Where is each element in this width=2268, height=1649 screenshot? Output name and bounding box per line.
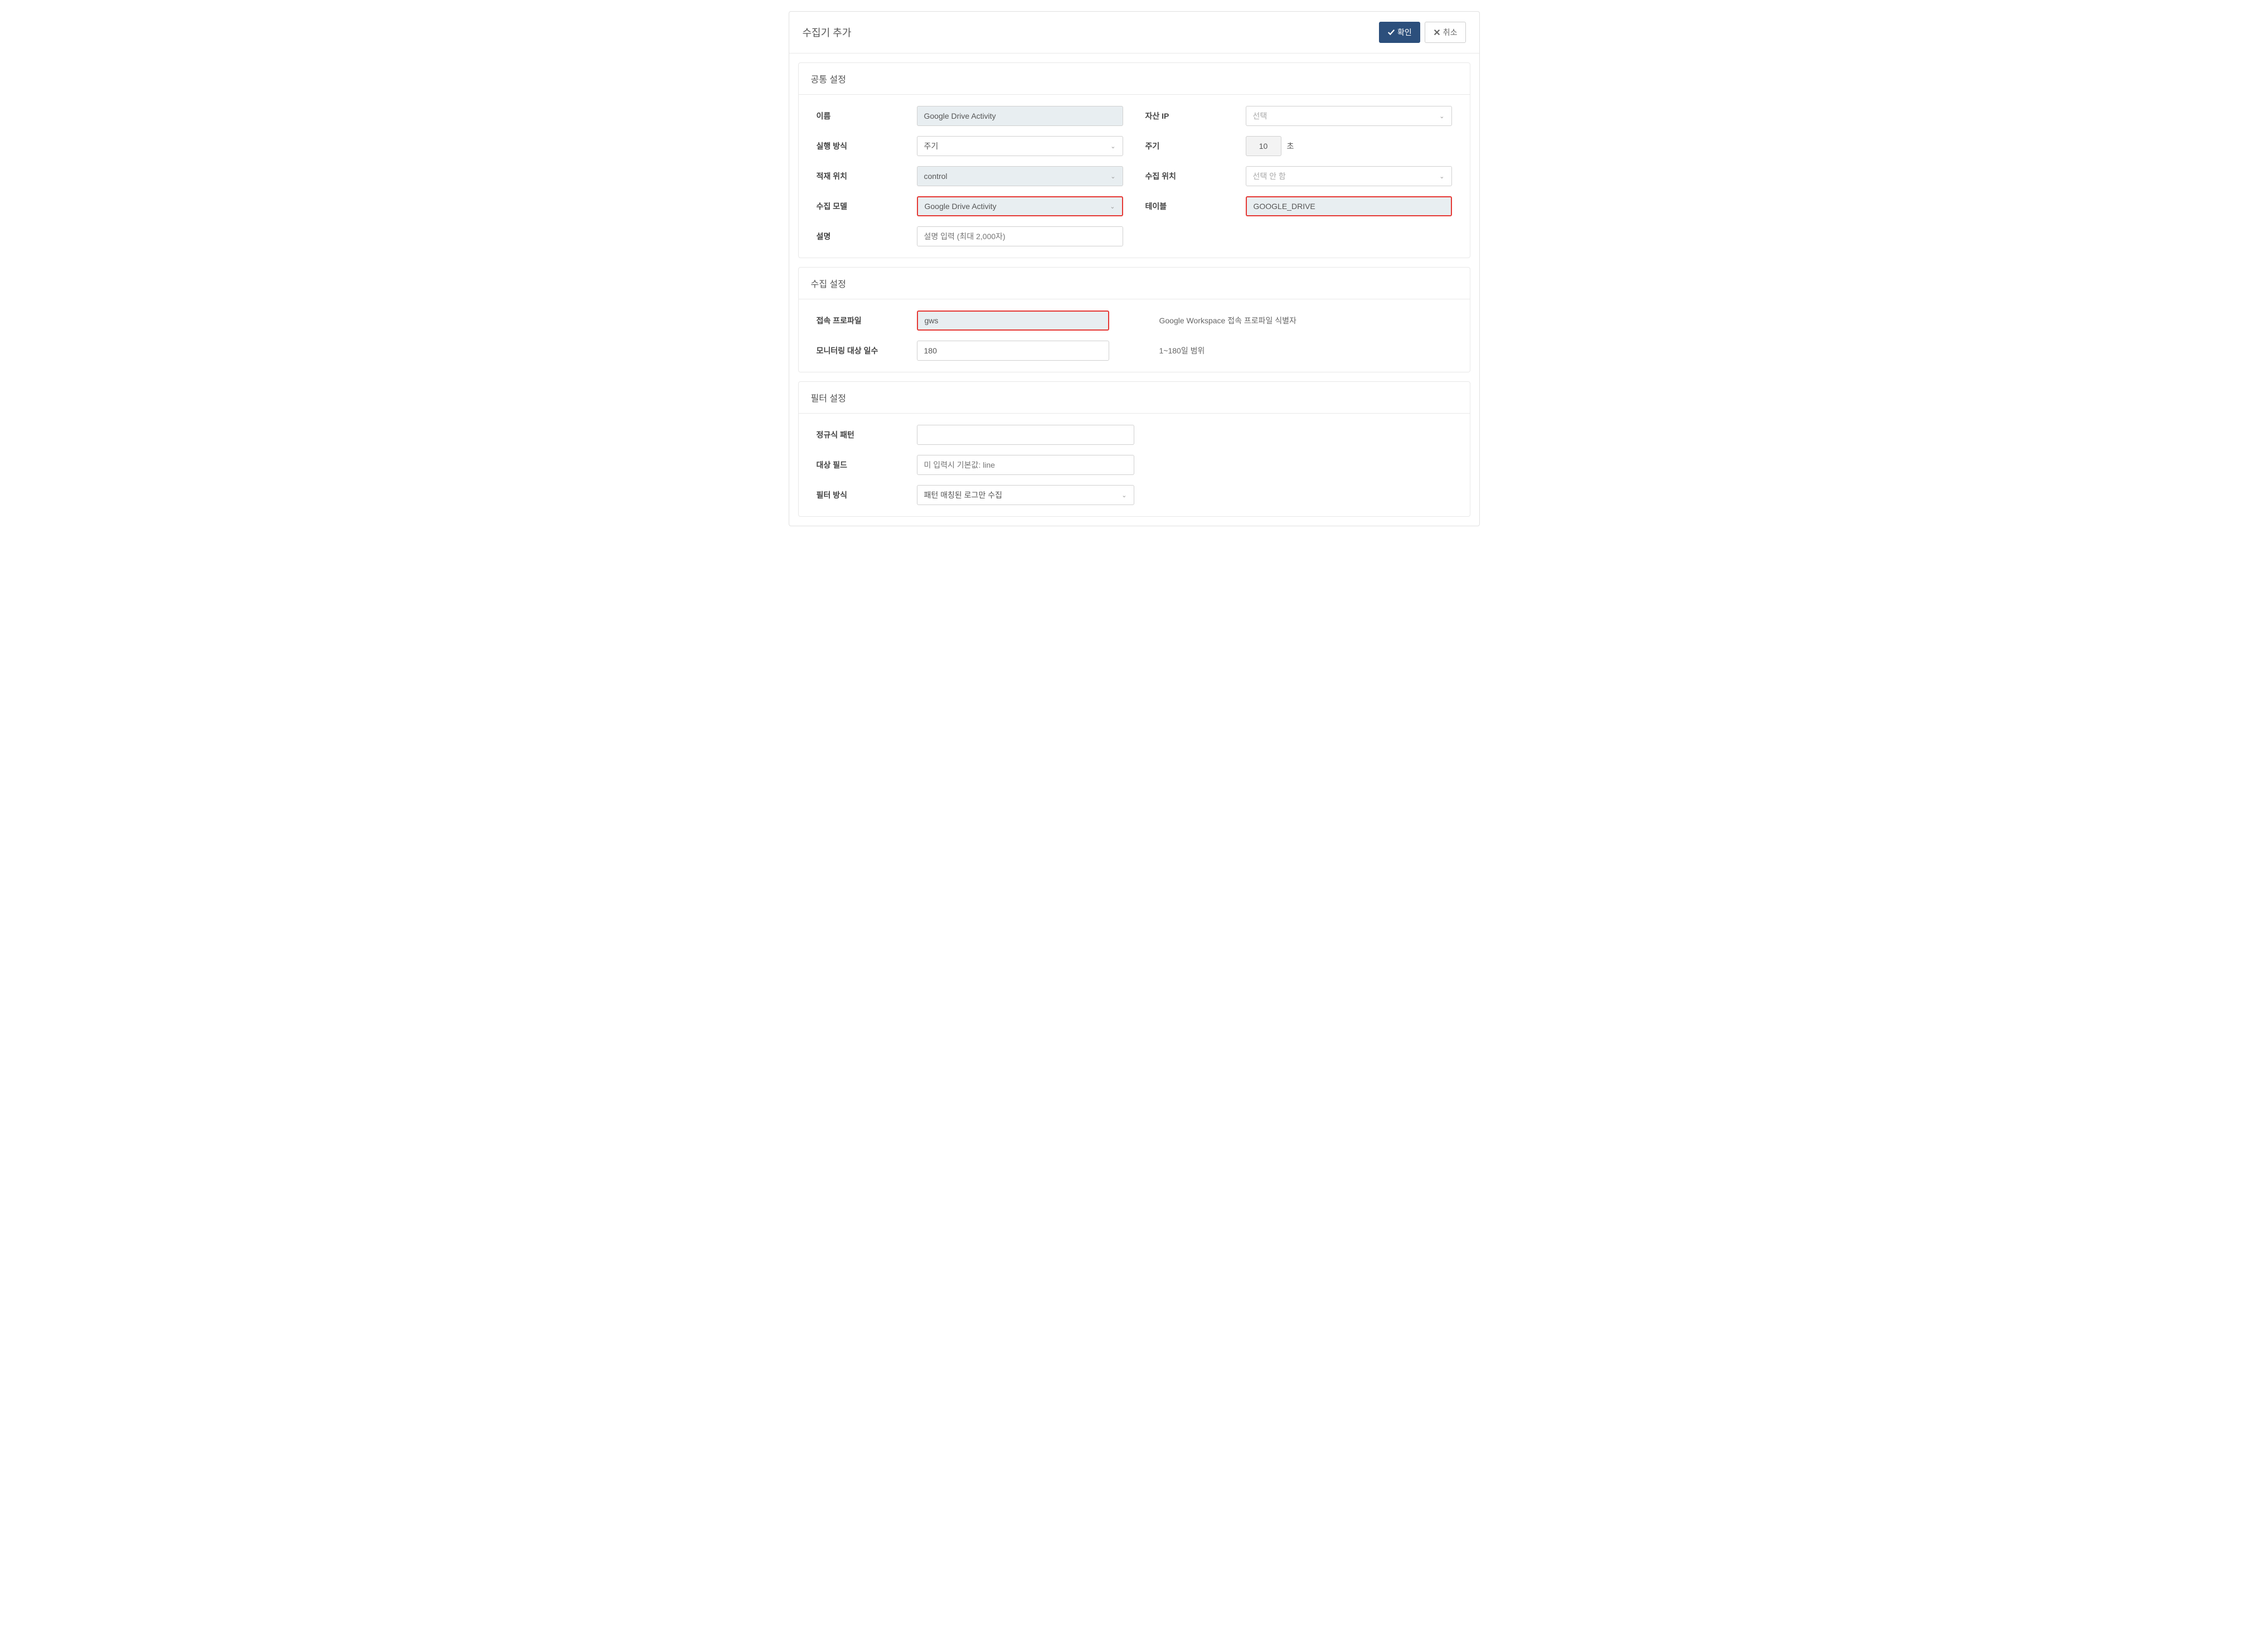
days-row: 모니터링 대상 일수 1~180일 범위 xyxy=(817,341,1452,361)
check-icon xyxy=(1387,28,1395,36)
profile-input[interactable] xyxy=(917,311,1109,331)
model-select[interactable]: Google Drive Activity ⌄ xyxy=(917,196,1123,216)
load-location-label: 적재 위치 xyxy=(817,171,917,182)
days-input[interactable] xyxy=(917,341,1109,361)
profile-help: Google Workspace 접속 프로파일 식별자 xyxy=(1159,315,1452,326)
exec-mode-label: 실행 방식 xyxy=(817,140,917,152)
cancel-button[interactable]: 취소 xyxy=(1425,22,1466,43)
filter-settings-section: 필터 설정 정규식 패턴 대상 필드 필터 방식 패턴 매칭된 로그만 수집 xyxy=(798,381,1470,517)
chevron-down-icon: ⌄ xyxy=(1439,173,1444,180)
table-row: 테이블 xyxy=(1145,196,1452,216)
name-label: 이름 xyxy=(817,110,917,122)
model-row: 수집 모델 Google Drive Activity ⌄ xyxy=(817,196,1123,216)
description-label: 설명 xyxy=(817,231,917,242)
filter-mode-select[interactable]: 패턴 매칭된 로그만 수집 ⌄ xyxy=(917,485,1134,505)
filter-settings-title: 필터 설정 xyxy=(799,382,1470,414)
description-input[interactable] xyxy=(917,226,1123,246)
target-field-label: 대상 필드 xyxy=(817,459,917,471)
name-input[interactable] xyxy=(917,106,1123,126)
filter-mode-row: 필터 방식 패턴 매칭된 로그만 수집 ⌄ xyxy=(817,485,1134,505)
chevron-down-icon: ⌄ xyxy=(1110,173,1115,180)
load-location-value: control xyxy=(924,172,948,181)
description-row: 설명 xyxy=(817,226,1123,246)
profile-row: 접속 프로파일 Google Workspace 접속 프로파일 식별자 xyxy=(817,311,1452,331)
asset-ip-placeholder: 선택 xyxy=(1253,110,1267,122)
table-input[interactable] xyxy=(1246,196,1452,216)
collect-settings-title: 수집 설정 xyxy=(799,268,1470,299)
cancel-button-label: 취소 xyxy=(1443,27,1458,38)
regex-label: 정규식 패턴 xyxy=(817,429,917,440)
chevron-down-icon: ⌄ xyxy=(1439,113,1444,120)
model-value: Google Drive Activity xyxy=(925,202,997,211)
chevron-down-icon: ⌄ xyxy=(1121,492,1126,499)
asset-ip-select[interactable]: 선택 ⌄ xyxy=(1246,106,1452,126)
days-help: 1~180일 범위 xyxy=(1159,345,1452,356)
dialog-header: 수집기 추가 확인 취소 xyxy=(789,12,1479,54)
collect-location-select[interactable]: 선택 안 함 ⌄ xyxy=(1246,166,1452,186)
exec-mode-select[interactable]: 주기 ⌄ xyxy=(917,136,1123,156)
interval-label: 주기 xyxy=(1145,140,1246,152)
dialog-title: 수집기 추가 xyxy=(803,25,852,40)
collect-settings-section: 수집 설정 접속 프로파일 Google Workspace 접속 프로파일 식… xyxy=(798,267,1470,372)
asset-ip-label: 자산 IP xyxy=(1145,110,1246,122)
interval-input[interactable] xyxy=(1246,136,1281,156)
close-icon xyxy=(1433,28,1441,36)
common-settings-section: 공통 설정 이름 자산 IP 선택 ⌄ xyxy=(798,62,1470,258)
load-location-row: 적재 위치 control ⌄ xyxy=(817,166,1123,186)
regex-row: 정규식 패턴 xyxy=(817,425,1134,445)
collect-location-row: 수집 위치 선택 안 함 ⌄ xyxy=(1145,166,1452,186)
chevron-down-icon: ⌄ xyxy=(1110,203,1115,210)
confirm-button-label: 확인 xyxy=(1397,27,1412,38)
chevron-down-icon: ⌄ xyxy=(1110,143,1115,150)
collect-location-placeholder: 선택 안 함 xyxy=(1253,171,1286,182)
regex-input[interactable] xyxy=(917,425,1134,445)
table-label: 테이블 xyxy=(1145,201,1246,212)
common-settings-title: 공통 설정 xyxy=(799,63,1470,95)
header-buttons: 확인 취소 xyxy=(1379,22,1466,43)
confirm-button[interactable]: 확인 xyxy=(1379,22,1420,43)
target-field-row: 대상 필드 xyxy=(817,455,1134,475)
interval-row: 주기 초 xyxy=(1145,136,1452,156)
name-row: 이름 xyxy=(817,106,1123,126)
asset-ip-row: 자산 IP 선택 ⌄ xyxy=(1145,106,1452,126)
days-label: 모니터링 대상 일수 xyxy=(817,345,917,356)
exec-mode-value: 주기 xyxy=(924,140,939,152)
exec-mode-row: 실행 방식 주기 ⌄ xyxy=(817,136,1123,156)
add-collector-dialog: 수집기 추가 확인 취소 공통 설정 이름 xyxy=(789,11,1480,526)
filter-mode-label: 필터 방식 xyxy=(817,489,917,501)
filter-mode-value: 패턴 매칭된 로그만 수집 xyxy=(924,489,1002,501)
load-location-select[interactable]: control ⌄ xyxy=(917,166,1123,186)
model-label: 수집 모델 xyxy=(817,201,917,212)
target-field-input[interactable] xyxy=(917,455,1134,475)
interval-unit: 초 xyxy=(1287,140,1294,152)
profile-label: 접속 프로파일 xyxy=(817,315,917,326)
collect-location-label: 수집 위치 xyxy=(1145,171,1246,182)
